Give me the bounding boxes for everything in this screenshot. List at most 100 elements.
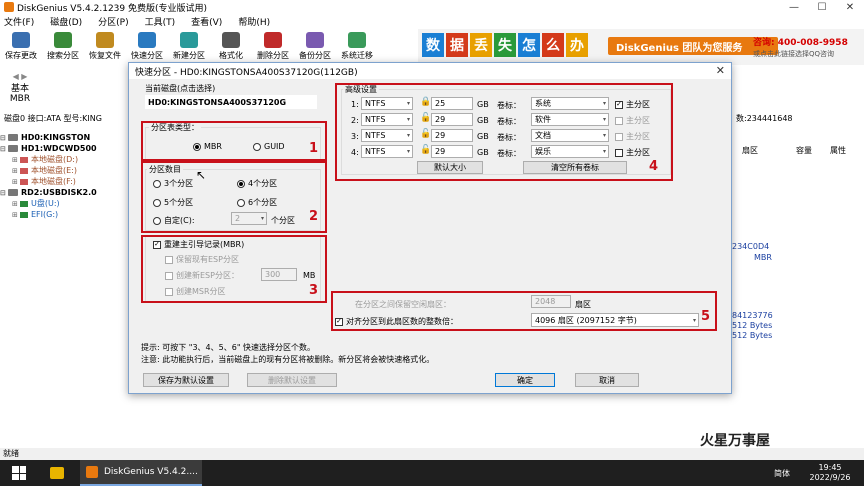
disk-info-left: 磁盘0 接口:ATA 型号:KING bbox=[4, 114, 102, 123]
input-language[interactable]: 简体 bbox=[774, 468, 790, 479]
banner-qq-link[interactable]: 或点击此链接选择QQ咨询 bbox=[753, 49, 834, 59]
cancel-button[interactable]: 取消 bbox=[575, 373, 639, 387]
ad-banner[interactable]: 数 据 丢 失 怎 么 办 DiskGenius 团队为您服务 咨询: 400-… bbox=[418, 29, 864, 65]
delete-partition-button[interactable]: 删除分区 bbox=[252, 29, 294, 61]
mouse-cursor-icon: ↖ bbox=[196, 168, 207, 182]
banner-tile: 么 bbox=[542, 33, 564, 57]
dialog-close-icon[interactable]: ✕ bbox=[716, 64, 725, 77]
clock[interactable]: 19:45 2022/9/26 bbox=[800, 463, 860, 483]
annotation-box-3 bbox=[141, 235, 327, 303]
delete-default-button[interactable]: 删除默认设置 bbox=[247, 373, 337, 387]
banner-tile: 怎 bbox=[518, 33, 540, 57]
disk-icon bbox=[8, 189, 18, 196]
annotation-box-1 bbox=[141, 121, 327, 161]
nav-arrows-icon[interactable]: ◀ ▶ bbox=[13, 72, 28, 81]
tree-item-g[interactable]: ⊞ EFI(G:) bbox=[0, 209, 136, 220]
minimize-button[interactable]: — bbox=[780, 0, 808, 14]
format-button[interactable]: 格式化 bbox=[210, 29, 252, 61]
search-partition-button[interactable]: 搜索分区 bbox=[42, 29, 84, 61]
banner-phone: 咨询: 400-008-9958 bbox=[753, 38, 848, 48]
disk-icon bbox=[8, 134, 18, 141]
tree-item-f[interactable]: ⊞ 本地磁盘(F:) bbox=[0, 176, 136, 187]
save-changes-button[interactable]: 保存更改 bbox=[0, 29, 42, 61]
menu-view[interactable]: 查看(V) bbox=[191, 15, 222, 28]
dialog-title: 快速分区 - HD0:KINGSTONSA400S37120G(112GB) bbox=[135, 67, 358, 78]
menu-tools[interactable]: 工具(T) bbox=[145, 15, 176, 28]
volume-icon bbox=[20, 211, 28, 218]
start-button[interactable] bbox=[12, 466, 26, 480]
col-attr: 属性 bbox=[830, 146, 846, 155]
backup-partition-button[interactable]: 备份分区 bbox=[294, 29, 336, 61]
right-info-value: 84123776 bbox=[732, 311, 773, 320]
diskgenius-icon bbox=[86, 466, 98, 478]
migration-icon bbox=[348, 32, 366, 48]
tree-item-d[interactable]: ⊞ 本地磁盘(D:) bbox=[0, 154, 136, 165]
delete-icon bbox=[264, 32, 282, 48]
file-explorer-icon[interactable] bbox=[50, 467, 64, 479]
app-icon bbox=[4, 2, 14, 12]
tree-item-rd2[interactable]: ⊟ RD2:USBDISK2.0 bbox=[0, 187, 136, 198]
save-default-button[interactable]: 保存为默认设置 bbox=[143, 373, 229, 387]
annotation-number-3: 3 bbox=[309, 283, 319, 298]
tip-text: 提示: 可按下 "3、4、5、6" 快速选择分区个数。 bbox=[141, 343, 316, 352]
annotation-box-5 bbox=[331, 291, 717, 331]
col-sector: 扇区 bbox=[742, 146, 758, 155]
menu-file[interactable]: 文件(F) bbox=[4, 15, 34, 28]
system-migration-button[interactable]: 系统迁移 bbox=[336, 29, 378, 61]
banner-tile: 办 bbox=[566, 33, 588, 57]
taskbar: DiskGenius V5.4.2.... bbox=[0, 460, 864, 486]
clock-time: 19:45 bbox=[818, 463, 842, 472]
tree-item-e[interactable]: ⊞ 本地磁盘(E:) bbox=[0, 165, 136, 176]
annotation-box-2 bbox=[141, 161, 327, 233]
menu-bar: 文件(F) 磁盘(D) 分区(P) 工具(T) 查看(V) 帮助(H) bbox=[0, 14, 864, 28]
backup-icon bbox=[306, 32, 324, 48]
banner-tile: 数 bbox=[422, 33, 444, 57]
banner-tile: 失 bbox=[494, 33, 516, 57]
recover-files-button[interactable]: 恢复文件 bbox=[84, 29, 126, 61]
banner-tile: 据 bbox=[446, 33, 468, 57]
disk-type-label: 基本 bbox=[10, 83, 29, 94]
disk-info-right: 数:234441648 bbox=[736, 114, 793, 123]
menu-help[interactable]: 帮助(H) bbox=[238, 15, 270, 28]
menu-disk[interactable]: 磁盘(D) bbox=[50, 15, 82, 28]
save-icon bbox=[12, 32, 30, 48]
right-info-value: 234C0D4 bbox=[732, 242, 770, 251]
volume-icon bbox=[20, 156, 28, 163]
tree-item-hd0[interactable]: ⊟ HD0:KINGSTON bbox=[0, 132, 136, 143]
volume-icon bbox=[20, 178, 28, 185]
watermark-text: 火星万事屋 bbox=[700, 433, 770, 449]
right-info-value: 512 Bytes bbox=[732, 321, 773, 330]
quick-partition-icon bbox=[138, 32, 156, 48]
right-info-value: MBR bbox=[754, 253, 772, 262]
annotation-number-2: 2 bbox=[309, 209, 319, 224]
new-partition-button[interactable]: 新建分区 bbox=[168, 29, 210, 61]
status-bar: 就绪 bbox=[0, 448, 864, 460]
notice-text: 注意: 此功能执行后，当前磁盘上的现有分区将被删除。新分区将会被快速格式化。 bbox=[141, 355, 435, 364]
annotation-number-4: 4 bbox=[649, 159, 659, 174]
current-disk-selector[interactable]: HD0:KINGSTONSA400S37120G bbox=[145, 95, 317, 109]
clock-date: 2022/9/26 bbox=[809, 473, 851, 482]
right-info-value: 512 Bytes bbox=[732, 331, 773, 340]
maximize-button[interactable]: ☐ bbox=[808, 0, 836, 14]
annotation-number-5: 5 bbox=[701, 309, 711, 324]
current-disk-label: 当前磁盘(点击选择) bbox=[145, 84, 216, 93]
menu-partition[interactable]: 分区(P) bbox=[98, 15, 128, 28]
format-icon bbox=[222, 32, 240, 48]
recover-icon bbox=[96, 32, 114, 48]
ok-button[interactable]: 确定 bbox=[495, 373, 555, 387]
disk-nav[interactable]: ◀ ▶ 基本 MBR bbox=[0, 65, 40, 110]
quick-partition-button[interactable]: 快速分区 bbox=[126, 29, 168, 61]
tree-item-hd1[interactable]: ⊟ HD1:WDCWD500 bbox=[0, 143, 136, 154]
taskbar-app-diskgenius[interactable]: DiskGenius V5.4.2.... bbox=[80, 460, 202, 486]
toolbar: 保存更改 搜索分区 恢复文件 快速分区 新建分区 格式化 删除分区 备份分区 系… bbox=[0, 29, 420, 61]
search-icon bbox=[54, 32, 72, 48]
dialog-titlebar: 快速分区 - HD0:KINGSTONSA400S37120G(112GB) ✕ bbox=[129, 63, 731, 79]
col-capacity: 容量 bbox=[796, 146, 812, 155]
partition-columns: 扇区 容量 属性 bbox=[732, 145, 864, 161]
close-button[interactable]: ✕ bbox=[836, 0, 864, 14]
tree-item-u[interactable]: ⊞ U盘(U:) bbox=[0, 198, 136, 209]
system-tray: 简体 19:45 2022/9/26 bbox=[774, 460, 860, 486]
banner-tile: 丢 bbox=[470, 33, 492, 57]
quick-partition-dialog: 快速分区 - HD0:KINGSTONSA400S37120G(112GB) ✕… bbox=[128, 62, 732, 394]
window-title: DiskGenius V5.4.2.1239 免费版(专业版试用) bbox=[17, 3, 208, 14]
